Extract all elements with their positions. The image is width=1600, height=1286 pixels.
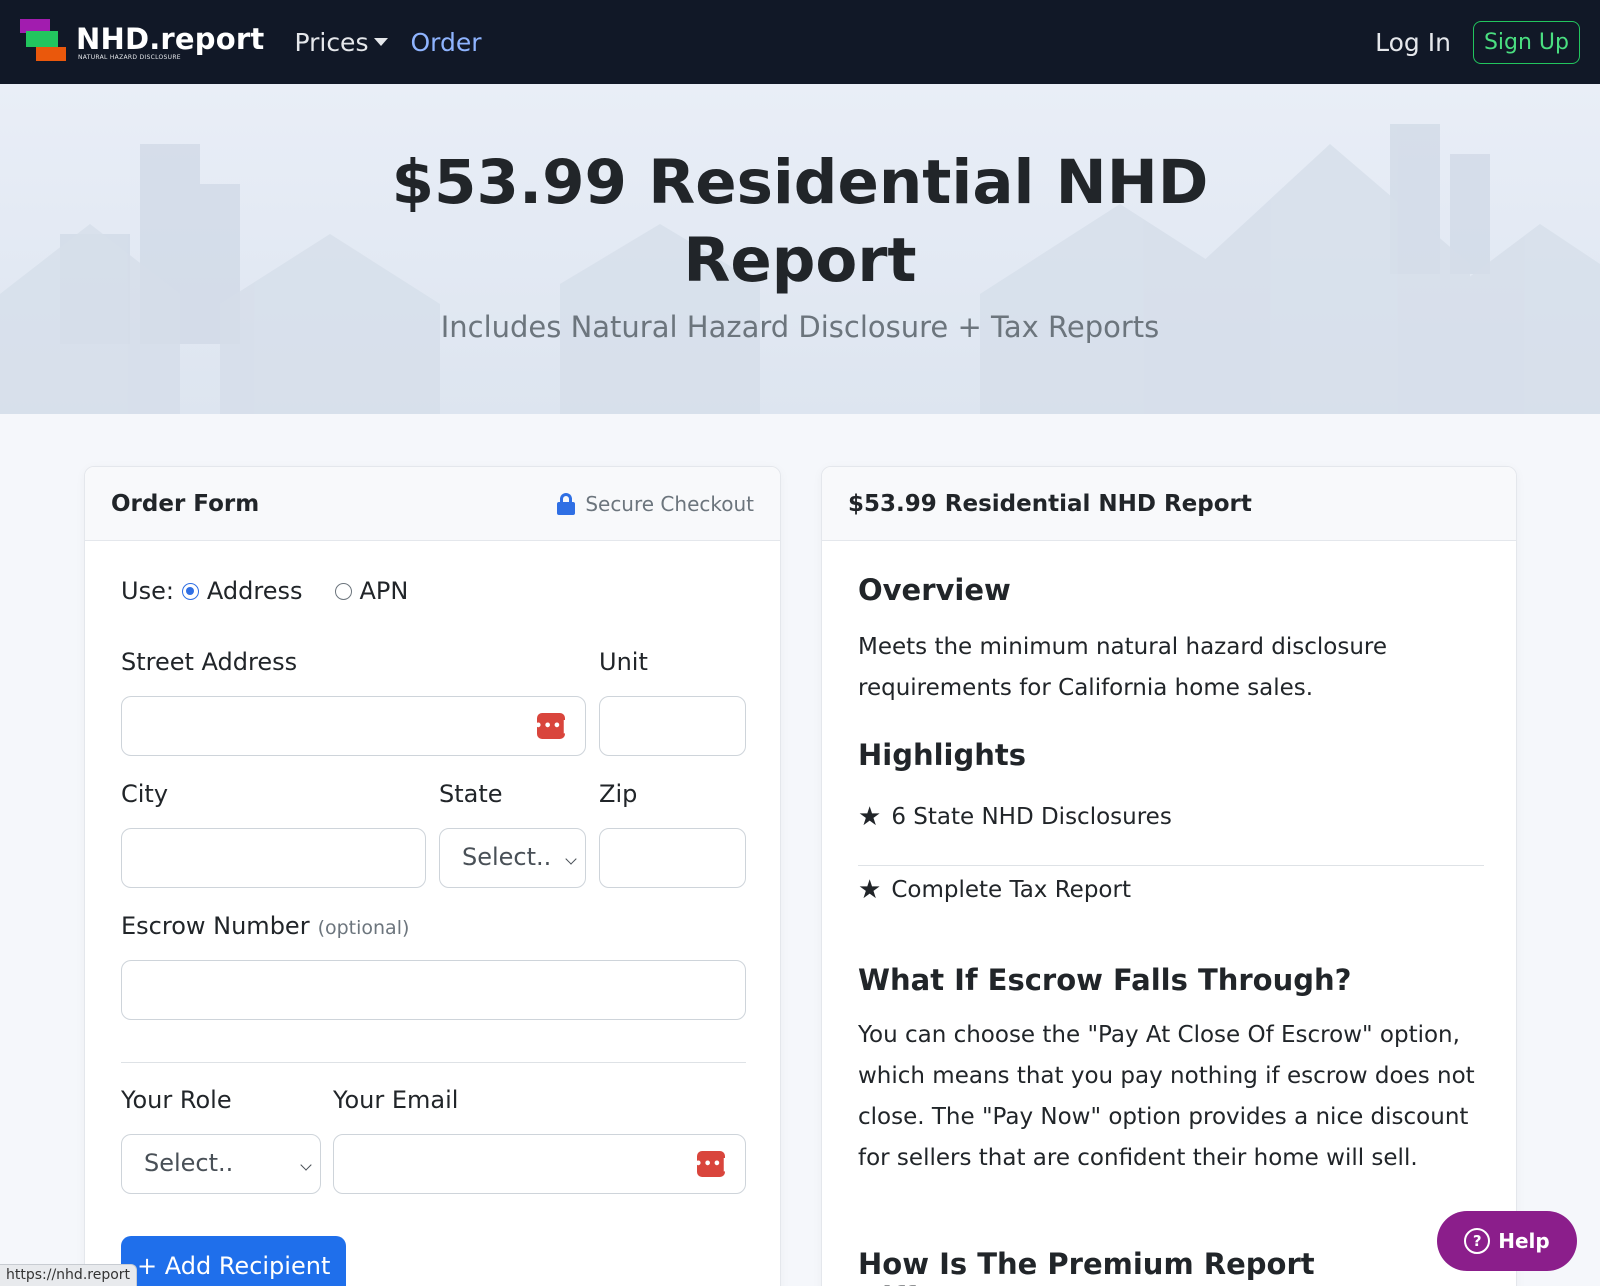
highlights-heading: Highlights: [858, 738, 1027, 772]
star-icon: ★: [858, 802, 882, 832]
secure-checkout-label: Secure Checkout: [585, 491, 754, 516]
password-manager-icon[interactable]: •••|: [694, 1151, 727, 1177]
city-label: City: [121, 780, 169, 808]
state-select-value: Select..: [462, 843, 552, 871]
your-email-input[interactable]: •••|: [333, 1134, 746, 1194]
secure-checkout-badge: Secure Checkout: [557, 492, 754, 516]
brand-link[interactable]: NHD.report NATURAL HAZARD DISCLOSURE: [20, 19, 264, 65]
radio-apn[interactable]: [334, 582, 352, 600]
help-label: Help: [1498, 1229, 1550, 1253]
use-label: Use:: [121, 577, 174, 605]
lock-icon: [557, 492, 576, 515]
escrow-faq-heading: What If Escrow Falls Through?: [858, 963, 1352, 997]
nav-order-link[interactable]: Order: [410, 28, 481, 57]
top-navbar: NHD.report NATURAL HAZARD DISCLOSURE Pri…: [0, 0, 1600, 84]
role-select-value: Select..: [144, 1149, 234, 1177]
order-form-card: Order Form Secure Checkout Use: Address …: [84, 466, 781, 1286]
nhd-logo-icon: [20, 19, 68, 65]
add-recipient-button[interactable]: + Add Recipient: [121, 1236, 347, 1286]
hero-banner: $53.99 Residential NHD Report Includes N…: [0, 84, 1600, 414]
radio-address-label[interactable]: Address: [207, 577, 303, 605]
order-form-title: Order Form: [111, 490, 260, 517]
escrow-number-label: Escrow Number: [121, 912, 310, 940]
highlight-text: Complete Tax Report: [891, 877, 1131, 903]
street-address-label: Street Address: [121, 648, 298, 676]
lookup-type-group: Use: Address APN: [121, 577, 408, 605]
zip-label: Zip: [599, 780, 638, 808]
your-email-label: Your Email: [333, 1086, 459, 1114]
radio-apn-label[interactable]: APN: [360, 577, 409, 605]
order-form-header: Order Form Secure Checkout: [85, 467, 780, 541]
star-icon: ★: [858, 875, 882, 905]
city-input[interactable]: [121, 828, 426, 888]
report-details-title: $53.99 Residential NHD Report: [848, 490, 1252, 517]
page-subtitle: Includes Natural Hazard Disclosure + Tax…: [440, 310, 1160, 344]
page-title: $53.99 Residential NHD Report: [391, 147, 1209, 296]
overview-heading: Overview: [858, 573, 1011, 607]
help-button[interactable]: ? Help: [1437, 1211, 1577, 1271]
highlight-item: ★ 6 State NHD Disclosures: [858, 797, 1484, 837]
overview-text: Meets the minimum natural hazard disclos…: [858, 634, 1388, 701]
your-role-select[interactable]: Select..: [121, 1134, 321, 1194]
highlight-text: 6 State NHD Disclosures: [891, 804, 1172, 830]
login-link[interactable]: Log In: [1375, 28, 1451, 57]
brand-name: NHD.report: [76, 21, 265, 56]
unit-input[interactable]: [599, 696, 746, 756]
zip-input[interactable]: [599, 828, 746, 888]
chevron-down-icon: [300, 1159, 312, 1171]
password-manager-icon[interactable]: •••|: [534, 713, 567, 739]
report-details-card: $53.99 Residential NHD Report Overview M…: [821, 466, 1517, 1286]
signup-button[interactable]: Sign Up: [1472, 20, 1580, 64]
report-details-header: $53.99 Residential NHD Report: [822, 467, 1516, 541]
nav-prices-label: Prices: [294, 27, 369, 57]
question-circle-icon: ?: [1464, 1228, 1491, 1254]
brand-tagline: NATURAL HAZARD DISCLOSURE: [78, 53, 181, 61]
premium-faq-heading: How Is The Premium Report Different?: [858, 1247, 1315, 1286]
form-divider: [121, 1062, 746, 1063]
street-address-input[interactable]: •••|: [121, 696, 586, 756]
radio-address[interactable]: [181, 582, 199, 600]
highlight-item: ★ Complete Tax Report: [858, 870, 1484, 910]
chevron-down-icon: [565, 853, 577, 865]
your-role-label: Your Role: [121, 1086, 232, 1114]
state-label: State: [439, 780, 503, 808]
escrow-number-input[interactable]: [121, 960, 746, 1020]
caret-down-icon: [374, 38, 389, 46]
escrow-optional-hint: (optional): [317, 917, 410, 939]
highlight-divider: [858, 865, 1484, 866]
status-bar-url: https://nhd.report: [0, 1264, 138, 1286]
unit-label: Unit: [599, 648, 648, 676]
state-select[interactable]: Select..: [439, 828, 586, 888]
nav-prices-dropdown[interactable]: Prices: [294, 27, 389, 57]
escrow-faq-text: You can choose the "Pay At Close Of Escr…: [858, 1022, 1475, 1171]
escrow-number-label-group: Escrow Number (optional): [121, 912, 409, 940]
